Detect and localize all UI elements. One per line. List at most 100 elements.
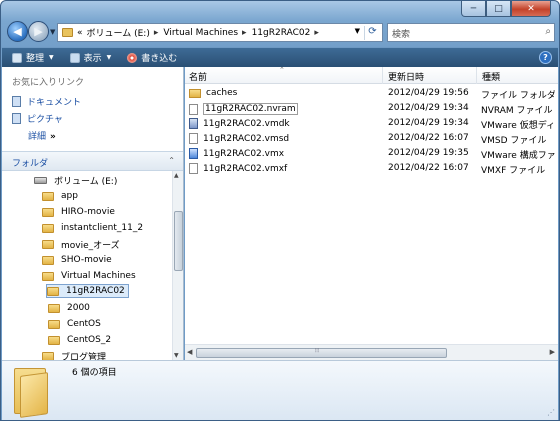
documents-icon [12,96,21,107]
breadcrumb-current-folder[interactable]: 11gR2RAC02 [252,28,311,38]
folder-icon [189,88,201,98]
breadcrumb-separator-icon[interactable]: ▸ [314,28,319,38]
search-placeholder: 検索 [392,30,411,40]
file-list-scrollbar[interactable]: ◀ ⦙⦙⦙ ▶ [185,344,558,360]
search-input[interactable]: 検索 ⌕ [387,23,555,42]
scroll-up-icon[interactable]: ▲ [174,172,179,179]
file-type: VMXF ファイル [481,166,546,176]
column-modified[interactable]: 更新日時 [384,70,424,83]
tree-item-virtual-machines[interactable]: Virtual Machines [42,269,139,283]
file-name-cell: 11gR2RAC02.vmsd [189,133,289,144]
views-icon [69,52,80,63]
folder-icon [42,351,54,360]
address-dropdown-icon[interactable]: ▼ [355,27,360,35]
file-row[interactable]: 11gR2RAC02.vmx 2012/04/29 19:35 VMware 構… [185,146,558,161]
more-links[interactable]: 詳細» [28,129,56,142]
tree-item-label: CentOS_2 [67,335,112,345]
burn-label: 書き込む [141,54,178,64]
file-type: VMware 構成ファ... [481,151,555,161]
favorite-pictures[interactable]: ピクチャ [12,112,63,125]
file-modified: 2012/04/22 16:07 [388,163,469,173]
views-button[interactable]: 表示 ▼ [69,51,111,64]
tree-item-label: Virtual Machines [61,271,136,281]
file-modified: 2012/04/29 19:56 [388,88,469,98]
file-row[interactable]: 11gR2RAC02.vmsd 2012/04/22 16:07 VMSD ファ… [185,131,558,146]
column-divider[interactable] [476,67,477,84]
breadcrumb-volume[interactable]: ボリューム (E:) [87,26,150,39]
column-name[interactable]: 名前 [185,70,207,83]
tree-item-2000[interactable]: 2000 [48,301,93,315]
tree-item-blog[interactable]: ブログ管理 [42,349,109,360]
tree-item-label: HIRO-movie [61,207,115,217]
file-row[interactable]: caches 2012/04/29 19:56 ファイル フォルダ [185,86,558,101]
file-list-scroll-thumb[interactable] [196,348,447,358]
file-row[interactable]: 11gR2RAC02.vmdk 2012/04/29 19:34 VMware … [185,116,558,131]
file-name-cell: 11gR2RAC02.nvram [189,103,298,115]
folders-header[interactable]: フォルダ ⌃ [2,151,183,171]
resize-grip-icon[interactable]: ⋰ [547,408,555,417]
organize-button[interactable]: 整理 ▼ [12,51,54,64]
file-name: 11gR2RAC02.vmxf [203,163,288,174]
column-header-bar: ⌃ 名前 更新日時 種類 [185,66,558,84]
large-folder-icon [12,368,48,418]
breadcrumb-separator-icon[interactable]: ▸ [242,28,247,38]
tree-item-sho-movie[interactable]: SHO-movie [42,253,115,267]
drive-icon [34,176,47,184]
burn-button[interactable]: 書き込む [127,51,177,64]
file-name-cell: caches [189,88,237,98]
tree-item-instantclient[interactable]: instantclient_11_2 [42,221,146,235]
recent-pages-dropdown-icon[interactable]: ▼ [50,28,55,36]
more-chevron-icon: » [50,132,56,142]
tree-item-label: SHO-movie [61,255,112,265]
folder-icon [48,335,60,345]
tree-scroll-thumb[interactable] [174,211,183,271]
file-type: VMSD ファイル [481,136,547,146]
folder-icon [42,207,54,217]
close-button[interactable]: ✕ [511,1,551,17]
chevron-up-icon[interactable]: ⌃ [168,156,175,165]
folder-tree: ボリューム (E:) app HIRO-movie instantclient_… [2,171,172,360]
folder-icon [42,191,54,201]
file-type: ファイル フォルダ [481,91,555,101]
address-bar[interactable]: « ボリューム (E:) ▸ Virtual Machines ▸ 11gR2R… [57,23,383,42]
forward-button[interactable]: ▶ [28,21,49,42]
favorite-documents[interactable]: ドキュメント [12,95,81,108]
tree-item-centos[interactable]: CentOS [48,317,104,331]
tree-item-hiro-movie[interactable]: HIRO-movie [42,205,118,219]
breadcrumb-virtual-machines[interactable]: Virtual Machines [163,28,238,38]
tree-scrollbar[interactable]: ▲ ▼ [172,171,183,360]
tree-item-centos-2[interactable]: CentOS_2 [48,333,114,347]
refresh-icon[interactable]: ⟳ [364,26,380,40]
breadcrumb-separator-icon[interactable]: ▸ [154,28,159,38]
back-button[interactable]: ◀ [7,21,28,42]
column-type[interactable]: 種類 [478,70,500,83]
file-name: 11gR2RAC02.vmsd [203,133,290,144]
command-toolbar: 整理 ▼ 表示 ▼ 書き込む ? [2,47,558,67]
file-icon [189,163,198,174]
maximize-button[interactable]: □ [486,1,511,17]
folder-icon [48,303,60,313]
scroll-right-icon[interactable]: ▶ [550,348,555,356]
minimize-button[interactable]: ─ [461,1,486,17]
search-icon[interactable]: ⌕ [545,26,551,37]
folders-header-label: フォルダ [12,159,49,169]
folder-icon [62,28,73,37]
folder-icon [42,271,54,281]
tree-item-app[interactable]: app [42,189,81,203]
file-icon [189,103,198,115]
address-overflow[interactable]: « [77,28,83,38]
tree-item-volume-e[interactable]: ボリューム (E:) [34,173,120,187]
organize-icon [12,52,22,63]
file-row[interactable]: 11gR2RAC02.vmxf 2012/04/22 16:07 VMXF ファ… [185,161,558,176]
tree-item-11gr2rac02[interactable]: 11gR2RAC02 [46,284,129,298]
file-icon [189,133,198,144]
navigation-pane: お気に入りリンク ドキュメント ピクチャ 詳細» フォルダ ⌃ ボリューム (E… [2,67,184,360]
scroll-down-icon[interactable]: ▼ [174,352,179,359]
folder-icon [42,239,54,249]
tree-item-movie-oz[interactable]: movie_オーズ [42,237,123,251]
file-row[interactable]: 11gR2RAC02.nvram 2012/04/29 19:34 NVRAM … [185,101,558,116]
help-icon[interactable]: ? [539,51,552,64]
column-divider[interactable] [382,67,383,84]
file-name: 11gR2RAC02.vmdk [203,118,290,129]
scroll-left-icon[interactable]: ◀ [187,348,192,356]
